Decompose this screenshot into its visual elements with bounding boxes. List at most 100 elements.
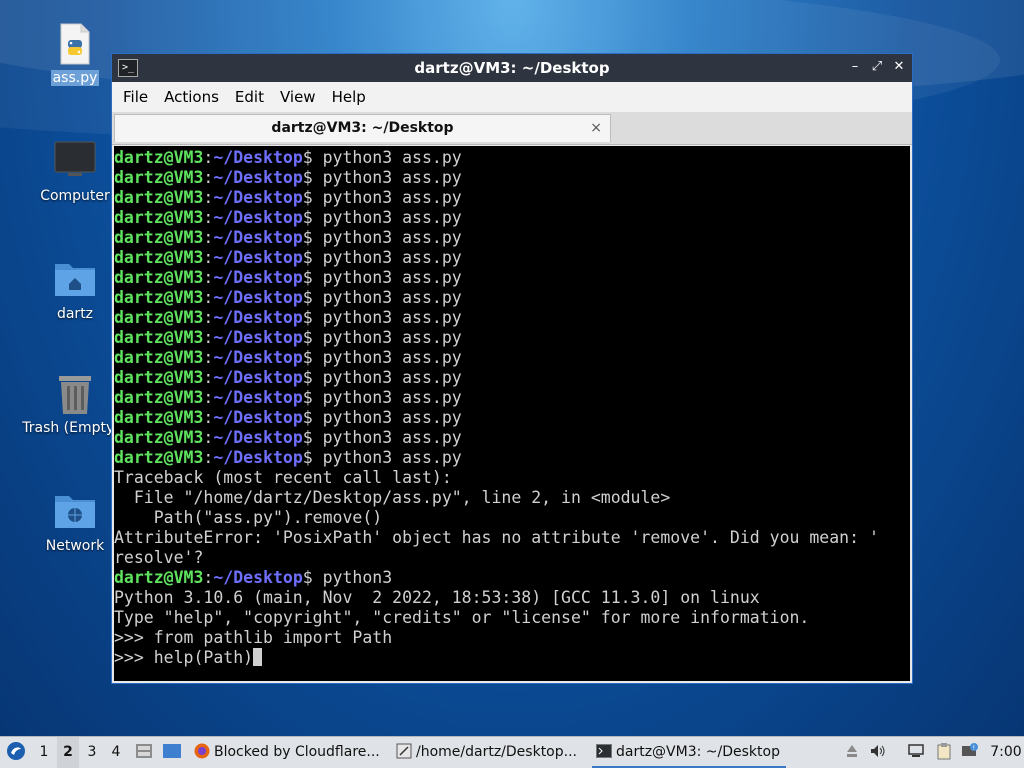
prompt-separator: : — [203, 148, 214, 167]
text-cursor — [253, 648, 263, 666]
prompt-command: python3 ass.py — [322, 188, 462, 207]
prompt-dollar: $ — [302, 568, 323, 587]
prompt-user: dartz@VM3 — [114, 328, 204, 347]
terminal-prompt-line: dartz@VM3:~/Desktop$ python3 — [114, 568, 910, 588]
taskbar: 1 2 3 4 Blocked by Cloudflare... /home/d… — [0, 736, 1024, 768]
update-notifier-icon[interactable]: ! — [960, 737, 980, 768]
terminal-prompt-line: dartz@VM3:~/Desktop$ python3 ass.py — [114, 208, 910, 228]
lubuntu-logo-icon — [7, 742, 25, 760]
close-button[interactable]: ✕ — [890, 58, 908, 76]
taskbar-task-editor[interactable]: /home/dartz/Desktop... — [396, 737, 590, 768]
prompt-separator: : — [203, 328, 214, 347]
terminal-prompt-line: dartz@VM3:~/Desktop$ python3 ass.py — [114, 368, 910, 388]
prompt-command: python3 ass.py — [322, 228, 462, 247]
desktop-icon-label: Trash (Empty) — [22, 420, 120, 436]
prompt-user: dartz@VM3 — [114, 228, 204, 247]
prompt-dollar: $ — [302, 228, 323, 247]
traceback-line: AttributeError: 'PosixPath' object has n… — [114, 528, 879, 547]
svg-text:!: ! — [973, 745, 975, 752]
prompt-path: ~/Desktop — [213, 288, 303, 307]
terminal-prompt-line: dartz@VM3:~/Desktop$ python3 ass.py — [114, 148, 910, 168]
desktop-icon-trash[interactable]: Trash (Empty) — [22, 372, 123, 436]
menu-bar: File Actions Edit View Help — [112, 82, 912, 112]
desktop-icon-network[interactable]: Network — [27, 490, 123, 554]
prompt-user: dartz@VM3 — [114, 188, 204, 207]
computer-icon — [53, 140, 97, 184]
prompt-path: ~/Desktop — [213, 168, 303, 187]
prompt-user: dartz@VM3 — [114, 448, 204, 467]
prompt-user: dartz@VM3 — [114, 408, 204, 427]
tab-title: dartz@VM3: ~/Desktop — [271, 120, 454, 136]
taskbar-task-browser[interactable]: Blocked by Cloudflare... — [194, 737, 388, 768]
prompt-command: python3 ass.py — [322, 268, 462, 287]
prompt-separator: : — [203, 188, 214, 207]
text-editor-icon — [396, 740, 412, 759]
clock[interactable]: 7:00 — [990, 737, 1022, 768]
prompt-user: dartz@VM3 — [114, 368, 204, 387]
desktop-icon-computer[interactable]: Computer — [27, 140, 123, 204]
workspace-4[interactable]: 4 — [105, 737, 127, 768]
network-connection-icon[interactable] — [906, 737, 926, 768]
show-desktop-button[interactable] — [161, 737, 183, 768]
prompt-user: dartz@VM3 — [114, 248, 204, 267]
firefox-icon — [194, 740, 210, 759]
prompt-separator: : — [203, 428, 214, 447]
menu-view[interactable]: View — [272, 88, 324, 106]
prompt-path: ~/Desktop — [213, 348, 303, 367]
prompt-command: python3 — [322, 568, 393, 587]
app-menu-button[interactable] — [4, 737, 28, 768]
terminal-window: >_ dartz@VM3: ~/Desktop – ⤢ ✕ File Actio… — [111, 53, 913, 684]
prompt-user: dartz@VM3 — [114, 208, 204, 227]
taskbar-task-label: Blocked by Cloudflare... — [214, 744, 380, 760]
desktop-icon-label: dartz — [56, 306, 94, 322]
clipboard-icon[interactable] — [934, 737, 954, 768]
prompt-dollar: $ — [302, 248, 323, 267]
python-file-icon — [53, 22, 97, 66]
python-banner-line: Type "help", "copyright", "credits" or "… — [114, 608, 810, 627]
terminal-tab[interactable]: dartz@VM3: ~/Desktop × — [114, 114, 611, 142]
prompt-command: python3 ass.py — [322, 288, 462, 307]
menu-edit[interactable]: Edit — [227, 88, 272, 106]
desktop-icon-home[interactable]: dartz — [27, 258, 123, 322]
prompt-path: ~/Desktop — [213, 188, 303, 207]
terminal-prompt-line: dartz@VM3:~/Desktop$ python3 ass.py — [114, 268, 910, 288]
network-folder-icon — [53, 490, 97, 534]
desktop-icon-ass-py[interactable]: ass.py — [27, 22, 123, 86]
prompt-dollar: $ — [302, 208, 323, 227]
prompt-dollar: $ — [302, 368, 323, 387]
menu-help[interactable]: Help — [324, 88, 374, 106]
terminal-output[interactable]: dartz@VM3:~/Desktop$ python3 ass.py dartz… — [114, 146, 910, 681]
eject-icon[interactable] — [842, 737, 862, 768]
terminal-prompt-line: dartz@VM3:~/Desktop$ python3 ass.py — [114, 428, 910, 448]
prompt-command: python3 ass.py — [322, 168, 462, 187]
workspace-3[interactable]: 3 — [81, 737, 103, 768]
tab-close-icon[interactable]: × — [590, 115, 602, 141]
prompt-dollar: $ — [302, 388, 323, 407]
maximize-button[interactable]: ⤢ — [868, 58, 886, 76]
prompt-dollar: $ — [302, 168, 323, 187]
menu-actions[interactable]: Actions — [156, 88, 227, 106]
prompt-path: ~/Desktop — [213, 268, 303, 287]
file-manager-launcher[interactable] — [134, 737, 154, 768]
prompt-command: python3 ass.py — [322, 448, 462, 467]
prompt-user: dartz@VM3 — [114, 148, 204, 167]
prompt-dollar: $ — [302, 448, 323, 467]
tab-bar: dartz@VM3: ~/Desktop × — [112, 112, 912, 145]
window-titlebar[interactable]: >_ dartz@VM3: ~/Desktop – ⤢ ✕ — [112, 54, 912, 82]
prompt-command: python3 ass.py — [322, 348, 462, 367]
desktop-icon-label: Network — [45, 538, 105, 554]
prompt-command: python3 ass.py — [322, 388, 462, 407]
workspace-1[interactable]: 1 — [33, 737, 55, 768]
terminal-prompt-line: dartz@VM3:~/Desktop$ python3 ass.py — [114, 188, 910, 208]
terminal-prompt-line: dartz@VM3:~/Desktop$ python3 ass.py — [114, 408, 910, 428]
prompt-path: ~/Desktop — [213, 368, 303, 387]
prompt-user: dartz@VM3 — [114, 308, 204, 327]
prompt-path: ~/Desktop — [213, 448, 303, 467]
prompt-user: dartz@VM3 — [114, 168, 204, 187]
menu-file[interactable]: File — [115, 88, 156, 106]
taskbar-task-terminal[interactable]: dartz@VM3: ~/Desktop — [592, 737, 786, 768]
desktop: ass.py Computer dartz Trash (Empty) Netw… — [0, 0, 1024, 736]
minimize-button[interactable]: – — [846, 58, 864, 76]
volume-icon[interactable] — [868, 737, 888, 768]
workspace-2[interactable]: 2 — [57, 737, 79, 768]
